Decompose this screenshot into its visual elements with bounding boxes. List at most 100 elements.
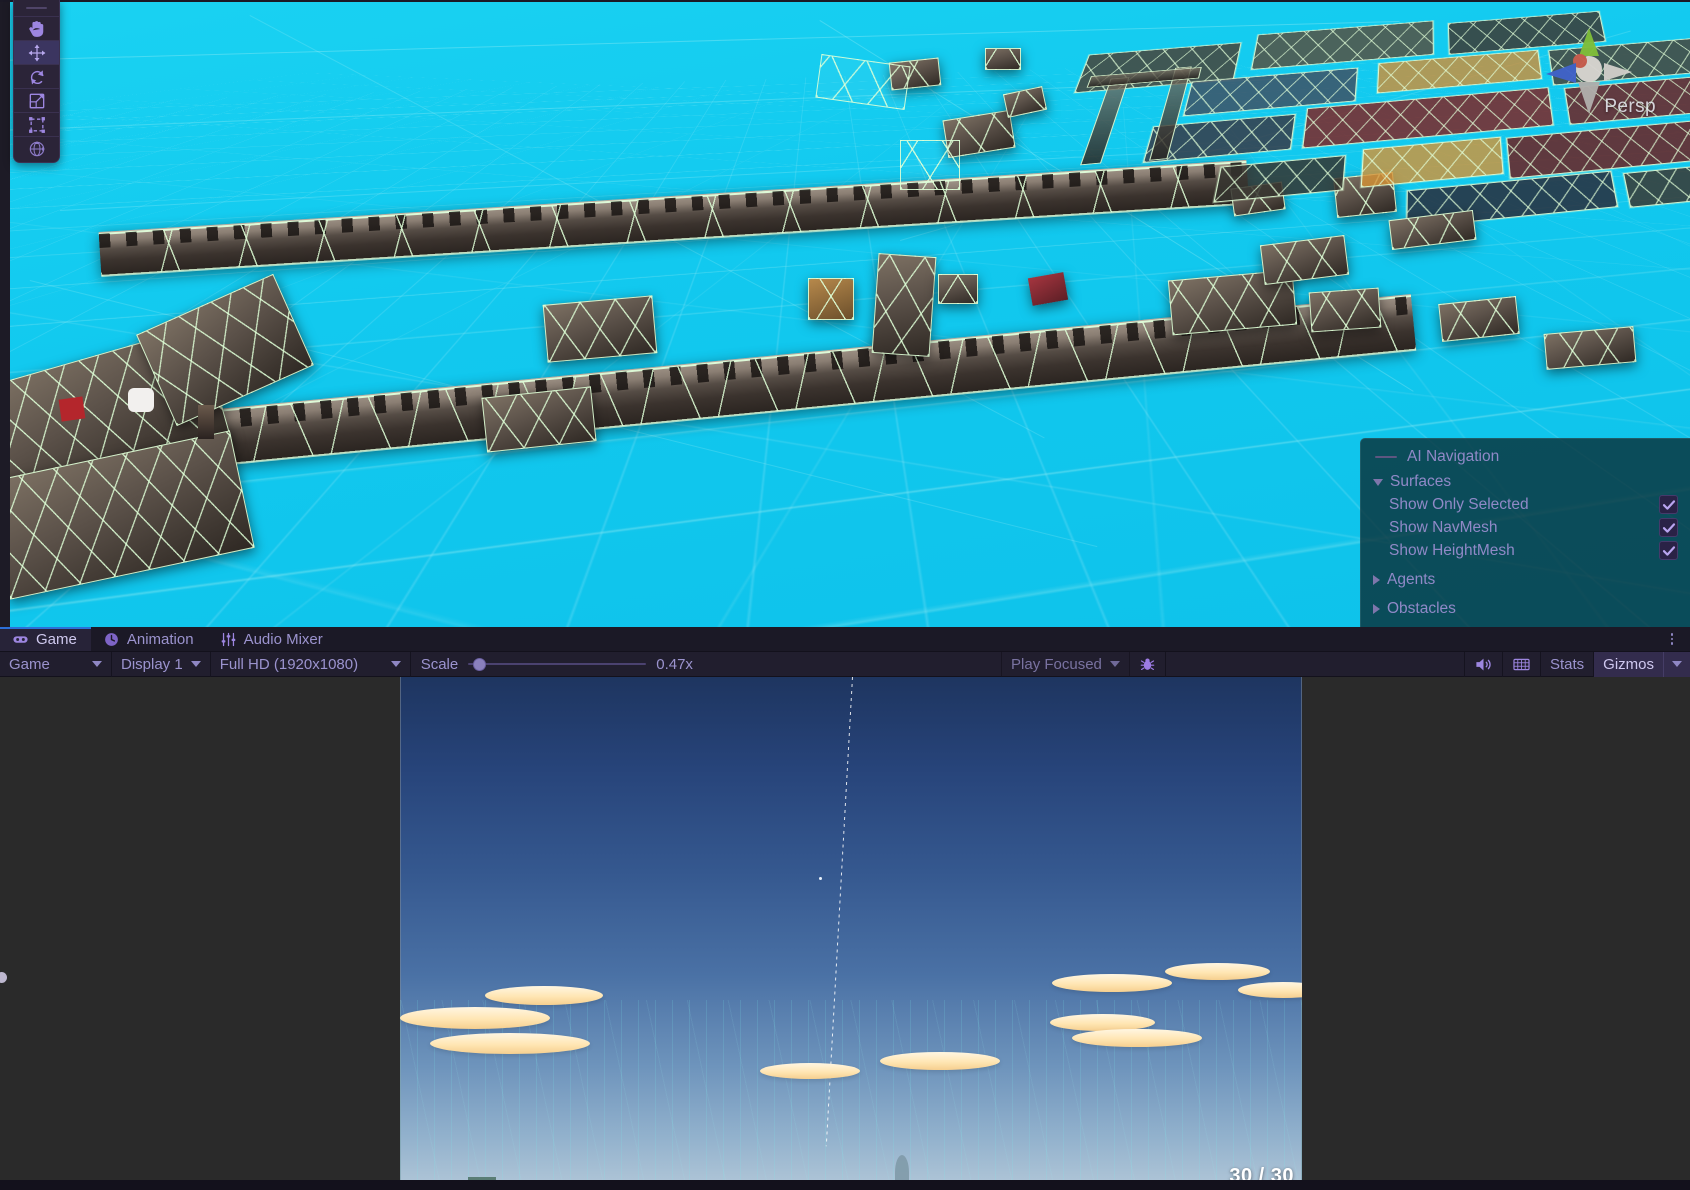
block-wireframe [1214,156,1345,202]
play-mode-dropdown[interactable]: Play Focused [1001,651,1130,677]
prop-navmesh-wireframe [938,274,978,304]
sliders-icon [221,632,235,646]
gamepad-icon [13,635,28,643]
dock-tab-bar[interactable]: Game Animation Audio Mixer [0,627,1690,652]
checkmark-icon [1662,545,1675,556]
transform-globe-icon [29,140,45,156]
ai-navigation-header[interactable]: AI Navigation [1361,445,1690,471]
option-label-show-navmesh: Show NavMesh [1389,518,1498,536]
ai-navigation-overlay[interactable]: AI Navigation Surfaces Show Only Selecte… [1360,438,1690,627]
prop-navmesh-wireframe [808,278,854,320]
slider-handle[interactable] [473,657,487,671]
gizmos-dropdown[interactable] [1663,651,1690,677]
cloud [430,1033,590,1054]
dropdown-spacer [366,652,383,677]
tab-label-audio-mixer: Audio Mixer [243,630,323,648]
unity-editor-window: Persp AI Navigation Surfaces Show Only S… [0,0,1690,1190]
option-label-show-only-selected: Show Only Selected [1389,495,1529,513]
scene-prop-cylinder [808,278,854,320]
move-tool[interactable] [14,40,59,64]
tab-game[interactable]: Game [0,627,91,651]
mute-audio-button[interactable] [1463,651,1502,677]
checkbox-show-heightmesh[interactable] [1659,541,1678,560]
tab-audio-mixer[interactable]: Audio Mixer [208,627,337,651]
scale-icon [29,93,44,108]
prop-navmesh-wireframe [900,140,960,190]
dropdown-spacer [58,652,84,677]
option-label-show-heightmesh: Show HeightMesh [1389,541,1515,559]
stats-button[interactable]: Stats [1539,651,1593,677]
prop-navmesh-wireframe [481,386,597,453]
game-render-surface[interactable]: 30 / 30 [400,677,1302,1190]
hand-tool[interactable] [14,16,59,40]
option-show-only-selected[interactable]: Show Only Selected [1361,493,1690,516]
sun-dot [819,877,822,880]
distant-wireframe-haze [400,1000,1302,1190]
cloud [880,1052,1000,1070]
scene-prop [1438,296,1520,342]
transform-tool[interactable] [14,136,59,160]
gizmos-button[interactable]: Gizmos [1593,651,1664,677]
building-block [1360,136,1504,188]
ai-nav-section-surfaces[interactable]: Surfaces [1361,471,1690,493]
panel-resize-handle[interactable] [0,972,7,983]
resolution-dropdown[interactable]: Full HD (1920x1080) [211,651,411,677]
cloud [485,986,603,1005]
option-show-heightmesh[interactable]: Show HeightMesh [1361,539,1690,562]
chevron-down-icon [1672,661,1683,667]
chevron-right-icon[interactable] [1373,575,1380,585]
display-dropdown[interactable]: Display 1 [112,651,211,677]
scale-slider[interactable] [468,652,647,677]
game-view-toolbar[interactable]: Game Display 1 Full HD (1920x1080) Scale [0,651,1690,677]
chevron-down-icon[interactable] [1373,478,1383,486]
toolbar-right-group: Stats Gizmos [1463,651,1690,677]
prop-navmesh-wireframe [542,295,658,363]
view-mode-dropdown[interactable]: Game [0,651,112,677]
chevron-down-icon [92,661,102,667]
checkbox-show-navmesh[interactable] [1659,518,1678,537]
cloud [400,1007,550,1029]
ai-nav-section-agents[interactable]: Agents [1361,569,1690,591]
game-view[interactable]: 30 / 30 [0,677,1690,1190]
tab-animation[interactable]: Animation [91,627,208,651]
scene-prop-white-marker [128,388,154,412]
resolution-label: Full HD (1920x1080) [219,655,359,673]
mute-audio-icon [1476,658,1491,670]
stats-label: Stats [1549,655,1585,673]
chevron-right-icon[interactable] [1373,604,1380,614]
building-block [1623,162,1690,208]
tool-palette-drag-handle[interactable] [14,0,59,16]
chevron-down-icon [1109,661,1120,667]
cloud [1052,974,1172,992]
cloud [1238,982,1302,998]
scale-tool[interactable] [14,88,59,112]
ai-nav-section-obstacles[interactable]: Obstacles [1361,598,1690,620]
scene-prop-character [198,405,214,439]
scene-view-tool-palette[interactable] [13,0,60,163]
rect-tool[interactable] [14,112,59,136]
view-mode-label: Game [9,655,50,673]
clock-icon [104,632,118,646]
bug-icon [1140,657,1155,670]
section-label-surfaces: Surfaces [1390,473,1452,490]
aspect-grid-icon [1513,658,1530,670]
section-label-agents: Agents [1387,571,1436,588]
scene-prop [900,140,960,190]
checkbox-show-only-selected[interactable] [1659,495,1678,514]
projection-mode-label[interactable]: Persp [1604,96,1656,118]
scene-prop [871,253,937,357]
option-show-navmesh[interactable]: Show NavMesh [1361,516,1690,539]
scale-control[interactable]: Scale 0.47x [411,652,703,677]
debug-button[interactable] [1130,651,1166,677]
rotate-icon [30,69,44,84]
chevron-down-icon [390,661,401,667]
aspect-grid-button[interactable] [1501,651,1540,677]
kebab-menu-icon[interactable] [1664,630,1680,648]
rotate-tool[interactable] [14,64,59,88]
scene-view[interactable]: Persp AI Navigation Surfaces Show Only S… [0,0,1690,627]
rect-transform-icon [28,116,45,133]
prop-navmesh-wireframe [1308,287,1382,333]
overlay-drag-handle[interactable] [1375,456,1397,458]
ai-navigation-title: AI Navigation [1407,448,1500,465]
scale-value: 0.47x [656,655,693,673]
